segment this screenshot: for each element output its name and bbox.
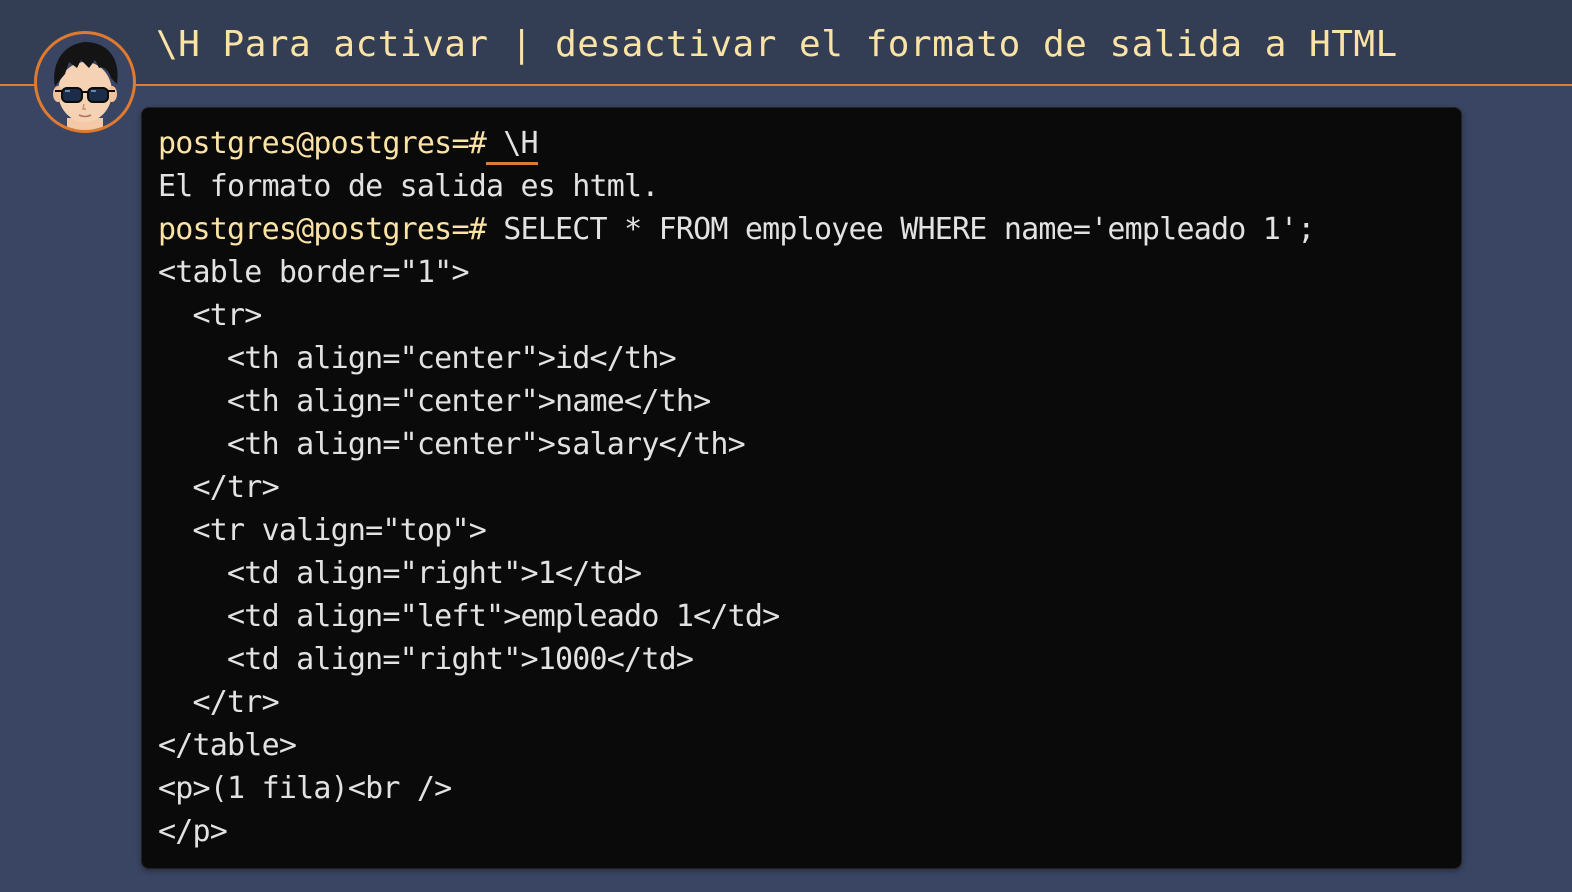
terminal-command-toggle-html: \H [485, 126, 539, 165]
terminal-output-line: <th align="center">salary</th> [158, 427, 746, 462]
terminal-output-line: <tr> [158, 298, 263, 333]
slide-title: \H Para activar | desactivar el formato … [156, 24, 1398, 65]
terminal-command-select: SELECT * FROM employee WHERE name='emple… [485, 212, 1315, 247]
terminal-output-line: <td align="left">empleado 1</td> [158, 599, 780, 634]
terminal-line: postgres@postgres=# \H [158, 122, 1315, 165]
terminal-output-line: <td align="right">1000</td> [158, 642, 694, 677]
cartoon-face-with-sunglasses-icon [53, 42, 118, 130]
terminal-line: postgres@postgres=# SELECT * FROM employ… [158, 208, 1315, 251]
terminal-output-line: <td align="right">1</td> [158, 556, 642, 591]
terminal-line: El formato de salida es html. [158, 169, 659, 204]
terminal-output-line: </p> [158, 814, 228, 849]
terminal-output-line: </tr> [158, 470, 280, 505]
terminal-output-line: <table border="1"> [158, 255, 470, 290]
terminal-output-line: <th align="center">id</th> [158, 341, 677, 376]
terminal-output-line: <p>(1 fila)<br /> [158, 771, 452, 806]
terminal-window: postgres@postgres=# \H El formato de sal… [141, 107, 1462, 869]
slide-header: \H Para activar | desactivar el formato … [0, 0, 1572, 86]
terminal-output-line: <th align="center">name</th> [158, 384, 711, 419]
terminal-prompt: postgres@postgres=# [158, 126, 487, 161]
terminal-output-line: </table> [158, 728, 297, 763]
terminal-output-line: <tr valign="top"> [158, 513, 487, 548]
terminal-prompt: postgres@postgres=# [158, 212, 487, 247]
terminal-output: postgres@postgres=# \H El formato de sal… [158, 122, 1315, 853]
terminal-output-line: </tr> [158, 685, 280, 720]
avatar [34, 31, 136, 133]
